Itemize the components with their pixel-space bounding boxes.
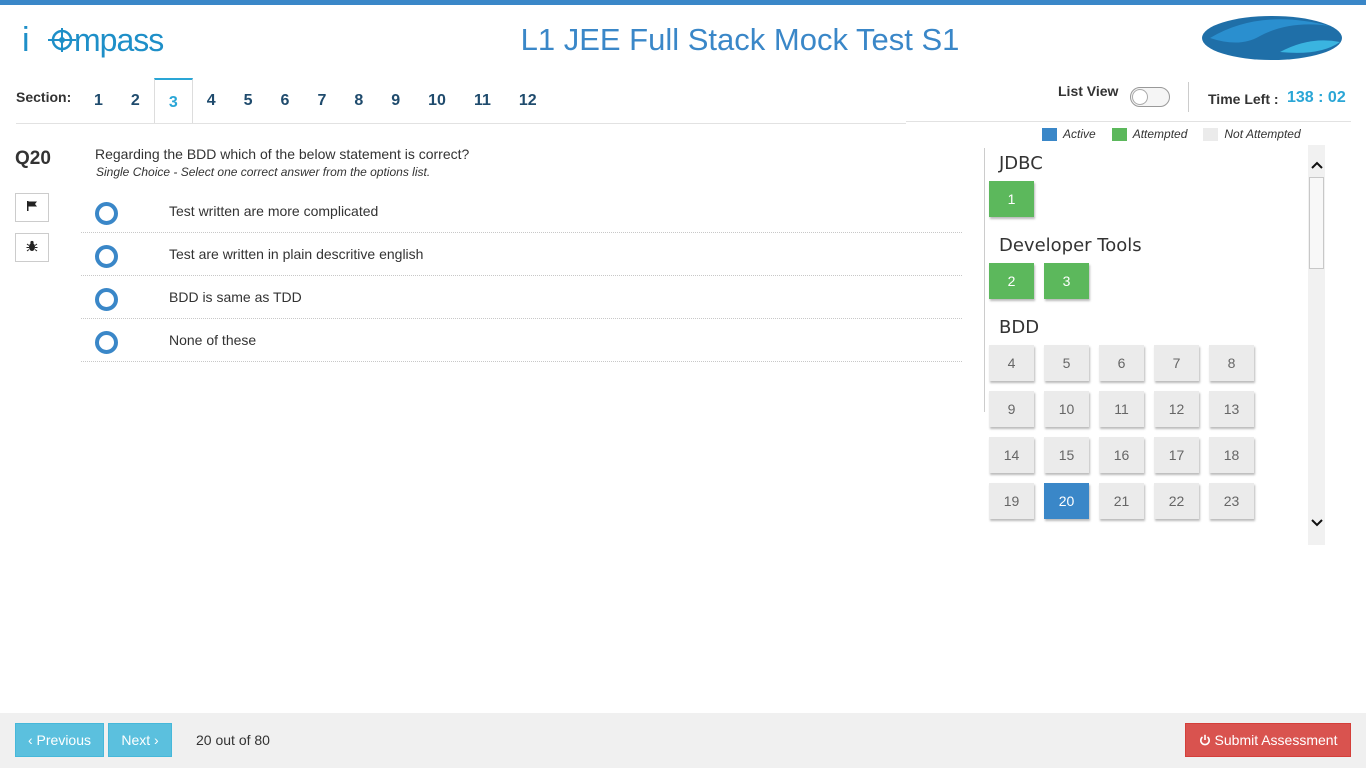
question-text: Regarding the BDD which of the below sta…: [95, 146, 470, 162]
question-button-10[interactable]: 10: [1044, 391, 1089, 427]
legend-label: Attempted: [1132, 127, 1188, 141]
svg-text:i: i: [22, 21, 29, 59]
answer-option[interactable]: Test are written in plain descritive eng…: [81, 233, 962, 276]
question-button-5[interactable]: 5: [1044, 345, 1089, 381]
answer-option[interactable]: None of these: [81, 319, 962, 362]
option-label: None of these: [169, 332, 257, 348]
status-legend: Active Attempted Not Attempted: [1042, 127, 1317, 141]
palette-group-title: BDD: [999, 317, 1040, 338]
header-divider: [906, 121, 1351, 122]
option-label: Test are written in plain descritive eng…: [169, 246, 424, 262]
radio-button[interactable]: [95, 288, 118, 311]
question-button-12[interactable]: 12: [1154, 391, 1199, 427]
question-button-21[interactable]: 21: [1099, 483, 1144, 519]
question-button-13[interactable]: 13: [1209, 391, 1254, 427]
question-button-3[interactable]: 3: [1044, 263, 1089, 299]
radio-button[interactable]: [95, 331, 118, 354]
palette-grid: 1: [988, 181, 1308, 227]
bug-icon: [26, 239, 38, 257]
question-button-8[interactable]: 8: [1209, 345, 1254, 381]
legend-item: Attempted: [1111, 127, 1188, 141]
section-label: Section:: [16, 89, 72, 105]
question-button-20[interactable]: 20: [1044, 483, 1089, 519]
legend-swatch: [1203, 127, 1219, 141]
question-progress: 20 out of 80: [196, 732, 270, 748]
palette-grid: 23: [988, 263, 1308, 309]
section-underline: [16, 123, 906, 124]
answer-option[interactable]: Test written are more complicated: [81, 190, 962, 233]
icompass-logo: i mpass: [22, 18, 182, 62]
legend-label: Active: [1063, 127, 1096, 141]
submit-label: Submit Assessment: [1214, 732, 1338, 748]
radio-button[interactable]: [95, 202, 118, 225]
question-button-23[interactable]: 23: [1209, 483, 1254, 519]
legend-label: Not Attempted: [1224, 127, 1301, 141]
question-button-15[interactable]: 15: [1044, 437, 1089, 473]
question-button-1[interactable]: 1: [989, 181, 1034, 217]
report-bug-button[interactable]: [15, 233, 49, 262]
section-tabs: 1 2 3 4 5 6 7 8 9 10 11 12: [80, 78, 551, 124]
svg-text:mpass: mpass: [74, 22, 163, 58]
section-tab-9[interactable]: 9: [377, 78, 414, 124]
option-label: BDD is same as TDD: [169, 289, 302, 305]
next-button[interactable]: Next ›: [108, 723, 172, 757]
palette-group-title: JDBC: [999, 153, 1043, 174]
question-button-17[interactable]: 17: [1154, 437, 1199, 473]
section-tab-7[interactable]: 7: [303, 78, 340, 124]
palette-divider: [984, 148, 985, 412]
section-tab-4[interactable]: 4: [193, 78, 230, 124]
section-tab-10[interactable]: 10: [414, 78, 460, 124]
question-button-6[interactable]: 6: [1099, 345, 1144, 381]
toggle-knob: [1132, 89, 1148, 105]
question-instruction: Single Choice - Select one correct answe…: [96, 165, 431, 179]
test-title: L1 JEE Full Stack Mock Test S1: [520, 22, 960, 57]
section-tab-8[interactable]: 8: [340, 78, 377, 124]
question-button-11[interactable]: 11: [1099, 391, 1144, 427]
previous-button[interactable]: ‹ Previous: [15, 723, 104, 757]
section-tab-6[interactable]: 6: [267, 78, 304, 124]
brand-wave-logo: [1200, 12, 1346, 64]
flag-button[interactable]: [15, 193, 49, 222]
palette-grid: 4 5 6 7 8 9 10 11 12 13 14 15 16 17 18 19 20 21 22 23: [988, 345, 1308, 529]
question-button-18[interactable]: 18: [1209, 437, 1254, 473]
vertical-separator: [1188, 82, 1189, 112]
list-view-label: List View: [1058, 83, 1119, 99]
power-icon: [1199, 734, 1211, 746]
chevron-up-icon[interactable]: [1308, 156, 1325, 174]
list-view-toggle[interactable]: [1130, 87, 1170, 107]
question-button-9[interactable]: 9: [989, 391, 1034, 427]
answer-options: Test written are more complicated Test ar…: [81, 190, 962, 362]
question-button-7[interactable]: 7: [1154, 345, 1199, 381]
flag-icon: [26, 199, 38, 217]
top-accent-bar: [0, 0, 1366, 5]
submit-assessment-button[interactable]: Submit Assessment: [1185, 723, 1351, 757]
section-tab-1[interactable]: 1: [80, 78, 117, 124]
question-button-2[interactable]: 2: [989, 263, 1034, 299]
time-left-value: 138 : 02: [1287, 89, 1346, 106]
question-button-16[interactable]: 16: [1099, 437, 1144, 473]
question-button-19[interactable]: 19: [989, 483, 1034, 519]
scrollbar-thumb[interactable]: [1309, 177, 1324, 269]
legend-swatch: [1042, 127, 1057, 141]
legend-item: Not Attempted: [1203, 127, 1301, 141]
chevron-down-icon[interactable]: [1308, 514, 1325, 532]
section-tab-3[interactable]: 3: [153, 78, 193, 124]
section-tab-2[interactable]: 2: [117, 78, 154, 124]
question-number: Q20: [15, 148, 51, 169]
legend-item: Active: [1042, 127, 1096, 141]
palette-group-title: Developer Tools: [999, 235, 1142, 256]
question-button-4[interactable]: 4: [989, 345, 1034, 381]
section-tab-5[interactable]: 5: [230, 78, 267, 124]
section-tab-12[interactable]: 12: [505, 78, 551, 124]
legend-swatch: [1111, 127, 1127, 141]
section-tab-11[interactable]: 11: [460, 78, 505, 124]
answer-option[interactable]: BDD is same as TDD: [81, 276, 962, 319]
question-button-14[interactable]: 14: [989, 437, 1034, 473]
option-label: Test written are more complicated: [169, 203, 379, 219]
question-palette: JDBC 1 Developer Tools 2 3 BDD 4 5 6 7 8 9 10 11 12 13 1…: [988, 145, 1308, 545]
time-left-label: Time Left :: [1208, 91, 1279, 107]
question-button-22[interactable]: 22: [1154, 483, 1199, 519]
radio-button[interactable]: [95, 245, 118, 268]
